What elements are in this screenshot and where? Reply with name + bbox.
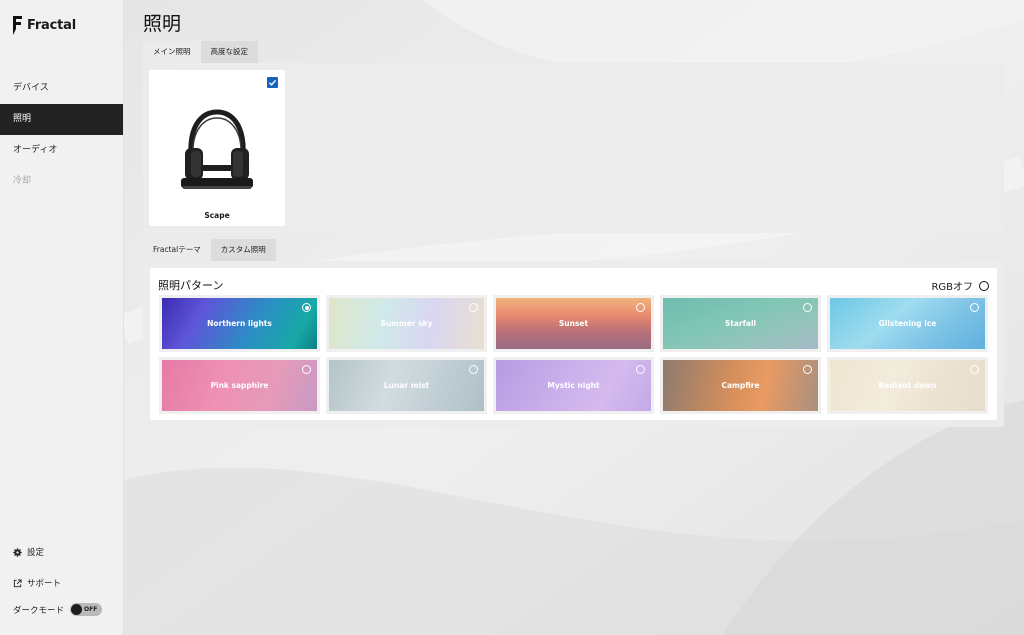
pattern-radio[interactable] bbox=[469, 365, 478, 374]
sidebar-item-audio[interactable]: オーディオ bbox=[0, 135, 123, 166]
lighting-panel: 照明パターン RGBオフ Northern lights Summer sky … bbox=[143, 261, 1004, 427]
rgb-off-label: RGBオフ bbox=[931, 282, 973, 293]
tab-custom-lighting[interactable]: カスタム照明 bbox=[210, 239, 276, 261]
rgb-off-radio[interactable] bbox=[979, 280, 989, 291]
lighting-patterns-card: 照明パターン RGBオフ Northern lights Summer sky … bbox=[150, 268, 997, 420]
device-checkbox[interactable] bbox=[267, 77, 278, 88]
pattern-radio[interactable] bbox=[636, 365, 645, 374]
pattern-radio[interactable] bbox=[970, 303, 979, 312]
pattern-mystic-night[interactable]: Mystic night bbox=[493, 357, 654, 414]
pattern-campfire[interactable]: Campfire bbox=[660, 357, 821, 414]
logo-text: Fractal bbox=[27, 18, 76, 33]
sidebar: Fractal デバイス 照明 オーディオ 冷却 設定 サポート ダークモード … bbox=[0, 0, 124, 635]
pattern-label: Glistening ice bbox=[878, 319, 937, 328]
settings-label: 設定 bbox=[27, 548, 45, 558]
pattern-label: Sunset bbox=[558, 319, 589, 328]
pattern-glistening-ice[interactable]: Glistening ice bbox=[827, 295, 988, 352]
device-name: Scape bbox=[204, 211, 230, 220]
fractal-logo-icon bbox=[13, 16, 22, 35]
dark-mode-row: ダークモード OFF bbox=[13, 603, 103, 616]
pattern-radio[interactable] bbox=[803, 303, 812, 312]
pattern-radio[interactable] bbox=[970, 365, 979, 374]
external-link-icon bbox=[13, 578, 22, 587]
sidebar-item-lighting[interactable]: 照明 bbox=[0, 104, 123, 135]
rgb-off-option[interactable]: RGBオフ bbox=[931, 278, 989, 293]
sidebar-nav: デバイス 照明 オーディオ 冷却 bbox=[0, 73, 123, 197]
support-label: サポート bbox=[27, 579, 62, 589]
pattern-radio[interactable] bbox=[302, 365, 311, 374]
dark-mode-toggle[interactable]: OFF bbox=[70, 603, 103, 616]
pattern-radio[interactable] bbox=[302, 303, 311, 312]
pattern-sunset[interactable]: Sunset bbox=[493, 295, 654, 352]
page-title: 照明 bbox=[143, 13, 182, 35]
pattern-summer-sky[interactable]: Summer sky bbox=[326, 295, 487, 352]
section-title: 照明パターン bbox=[158, 279, 224, 292]
toggle-state: OFF bbox=[84, 606, 98, 613]
tab-main-lighting[interactable]: メイン照明 bbox=[143, 41, 201, 63]
app-logo[interactable]: Fractal bbox=[12, 16, 76, 35]
dark-mode-label: ダークモード bbox=[13, 605, 65, 616]
pattern-pink-sapphire[interactable]: Pink sapphire bbox=[159, 357, 320, 414]
pattern-label: Summer sky bbox=[380, 319, 433, 328]
pattern-radio[interactable] bbox=[469, 303, 478, 312]
tab-fractal-theme[interactable]: Fractalテーマ bbox=[143, 239, 211, 261]
tab-advanced-settings[interactable]: 高度な設定 bbox=[200, 41, 258, 63]
pattern-label: Northern lights bbox=[207, 319, 272, 328]
device-panel: Scape bbox=[143, 63, 1004, 233]
pattern-label: Starfall bbox=[724, 319, 757, 328]
device-tabs: メイン照明 高度な設定 bbox=[143, 41, 258, 63]
pattern-lunar-mist[interactable]: Lunar mist bbox=[326, 357, 487, 414]
pattern-label: Mystic night bbox=[547, 381, 600, 390]
pattern-label: Radiant dawn bbox=[878, 381, 937, 390]
pattern-northern-lights[interactable]: Northern lights bbox=[159, 295, 320, 352]
sidebar-item-cooling: 冷却 bbox=[13, 176, 32, 186]
settings-link[interactable]: 設定 bbox=[13, 546, 44, 558]
toggle-knob bbox=[71, 604, 83, 615]
device-card[interactable]: Scape bbox=[149, 70, 285, 226]
pattern-radio[interactable] bbox=[803, 365, 812, 374]
gear-icon bbox=[13, 547, 22, 557]
pattern-radiant-dawn[interactable]: Radiant dawn bbox=[827, 357, 988, 414]
pattern-label: Pink sapphire bbox=[210, 381, 269, 390]
sidebar-item-devices[interactable]: デバイス bbox=[0, 73, 123, 104]
pattern-starfall[interactable]: Starfall bbox=[660, 295, 821, 352]
headset-image bbox=[181, 109, 253, 189]
pattern-label: Campfire bbox=[721, 381, 760, 390]
support-link[interactable]: サポート bbox=[13, 577, 61, 589]
pattern-radio[interactable] bbox=[636, 303, 645, 312]
pattern-label: Lunar mist bbox=[383, 381, 430, 390]
check-icon bbox=[269, 79, 277, 86]
lighting-tabs: Fractalテーマ カスタム照明 bbox=[143, 239, 276, 261]
